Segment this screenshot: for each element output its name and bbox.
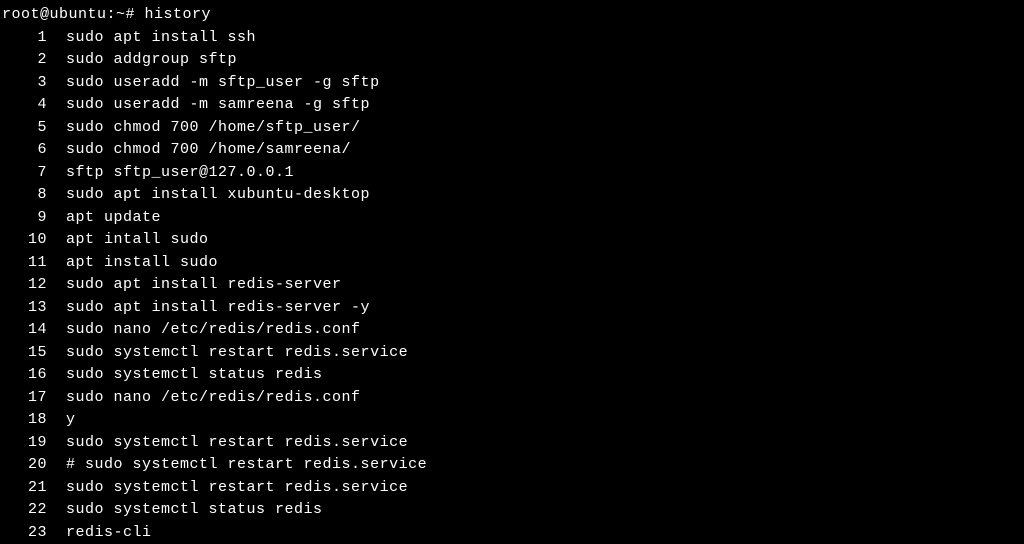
history-number: 14 — [2, 319, 47, 342]
history-entry: 6 sudo chmod 700 /home/samreena/ — [2, 139, 1022, 162]
history-command: sudo apt install redis-server -y — [66, 299, 370, 316]
history-number: 18 — [2, 409, 47, 432]
history-number: 16 — [2, 364, 47, 387]
history-number: 22 — [2, 499, 47, 522]
history-command: sudo systemctl restart redis.service — [66, 479, 408, 496]
history-command: # sudo systemctl restart redis.service — [66, 456, 427, 473]
history-entry: 2 sudo addgroup sftp — [2, 49, 1022, 72]
history-number: 12 — [2, 274, 47, 297]
history-entry: 5 sudo chmod 700 /home/sftp_user/ — [2, 117, 1022, 140]
history-number: 20 — [2, 454, 47, 477]
history-number: 19 — [2, 432, 47, 455]
history-number: 5 — [2, 117, 47, 140]
history-entry: 21 sudo systemctl restart redis.service — [2, 477, 1022, 500]
history-number: 15 — [2, 342, 47, 365]
history-entry: 22 sudo systemctl status redis — [2, 499, 1022, 522]
history-number: 8 — [2, 184, 47, 207]
history-command: sudo nano /etc/redis/redis.conf — [66, 321, 361, 338]
history-entry: 4 sudo useradd -m samreena -g sftp — [2, 94, 1022, 117]
history-command: sudo chmod 700 /home/samreena/ — [66, 141, 351, 158]
history-command: apt install sudo — [66, 254, 218, 271]
history-command: sudo systemctl restart redis.service — [66, 344, 408, 361]
history-command: y — [66, 411, 76, 428]
history-number: 9 — [2, 207, 47, 230]
history-entry: 18 y — [2, 409, 1022, 432]
history-number: 1 — [2, 27, 47, 50]
history-entry: 11 apt install sudo — [2, 252, 1022, 275]
history-entry: 3 sudo useradd -m sftp_user -g sftp — [2, 72, 1022, 95]
history-number: 13 — [2, 297, 47, 320]
history-entry: 15 sudo systemctl restart redis.service — [2, 342, 1022, 365]
history-number: 2 — [2, 49, 47, 72]
history-number: 11 — [2, 252, 47, 275]
history-entry: 10 apt intall sudo — [2, 229, 1022, 252]
history-entry: 19 sudo systemctl restart redis.service — [2, 432, 1022, 455]
history-number: 23 — [2, 522, 47, 544]
history-command: apt intall sudo — [66, 231, 209, 248]
history-command: sudo useradd -m samreena -g sftp — [66, 96, 370, 113]
history-entry: 7 sftp sftp_user@127.0.0.1 — [2, 162, 1022, 185]
history-command: sudo addgroup sftp — [66, 51, 237, 68]
history-entry: 23 redis-cli — [2, 522, 1022, 544]
terminal-prompt: root@ubuntu:~# history — [2, 4, 1022, 27]
history-entry: 12 sudo apt install redis-server — [2, 274, 1022, 297]
history-command: sudo apt install xubuntu-desktop — [66, 186, 370, 203]
history-number: 3 — [2, 72, 47, 95]
history-command: sftp sftp_user@127.0.0.1 — [66, 164, 294, 181]
history-entry: 9 apt update — [2, 207, 1022, 230]
history-command: sudo systemctl restart redis.service — [66, 434, 408, 451]
history-command: sudo apt install ssh — [66, 29, 256, 46]
history-command: sudo systemctl status redis — [66, 366, 323, 383]
history-entry: 16 sudo systemctl status redis — [2, 364, 1022, 387]
history-number: 10 — [2, 229, 47, 252]
history-entry: 14 sudo nano /etc/redis/redis.conf — [2, 319, 1022, 342]
history-entry: 8 sudo apt install xubuntu-desktop — [2, 184, 1022, 207]
history-command: apt update — [66, 209, 161, 226]
history-command: sudo chmod 700 /home/sftp_user/ — [66, 119, 361, 136]
history-number: 21 — [2, 477, 47, 500]
history-entry: 17 sudo nano /etc/redis/redis.conf — [2, 387, 1022, 410]
history-command: sudo useradd -m sftp_user -g sftp — [66, 74, 380, 91]
history-output: 1 sudo apt install ssh2 sudo addgroup sf… — [2, 27, 1022, 544]
history-number: 17 — [2, 387, 47, 410]
history-number: 4 — [2, 94, 47, 117]
history-command: sudo nano /etc/redis/redis.conf — [66, 389, 361, 406]
history-number: 7 — [2, 162, 47, 185]
history-entry: 1 sudo apt install ssh — [2, 27, 1022, 50]
history-command: sudo systemctl status redis — [66, 501, 323, 518]
history-command: redis-cli — [66, 524, 152, 541]
history-entry: 13 sudo apt install redis-server -y — [2, 297, 1022, 320]
history-entry: 20 # sudo systemctl restart redis.servic… — [2, 454, 1022, 477]
history-command: sudo apt install redis-server — [66, 276, 342, 293]
history-number: 6 — [2, 139, 47, 162]
